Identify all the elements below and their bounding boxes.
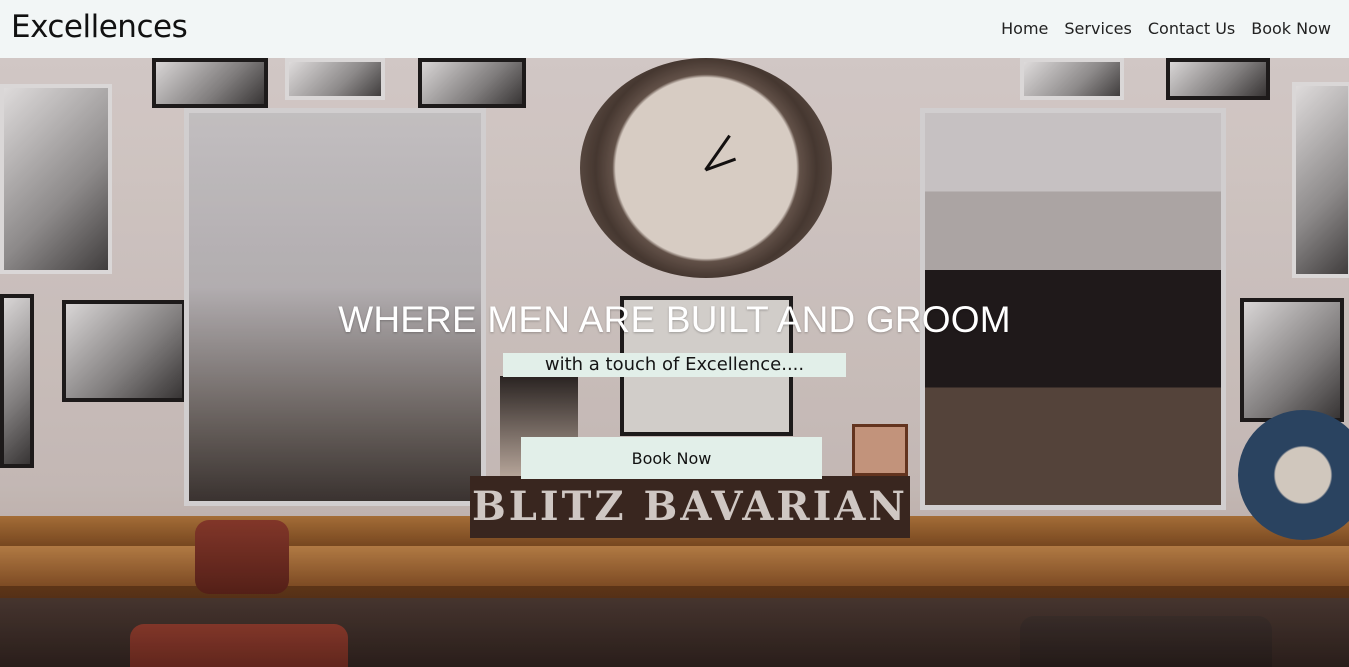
nav-book-now-link[interactable]: Book Now bbox=[1251, 19, 1331, 38]
nav-home-link[interactable]: Home bbox=[1001, 19, 1048, 38]
navbar: Excellences Home Services Contact Us Boo… bbox=[0, 0, 1349, 58]
book-now-button[interactable]: Book Now bbox=[521, 437, 822, 479]
hero-headline: WHERE MEN ARE BUILT AND GROOM bbox=[338, 299, 1011, 340]
main-nav: Home Services Contact Us Book Now bbox=[1001, 19, 1331, 38]
nav-contact-link[interactable]: Contact Us bbox=[1148, 19, 1235, 38]
nav-services-link[interactable]: Services bbox=[1064, 19, 1131, 38]
hero-subline: with a touch of Excellence.... bbox=[503, 353, 846, 377]
brand-logo-text[interactable]: Excellences bbox=[11, 9, 188, 45]
